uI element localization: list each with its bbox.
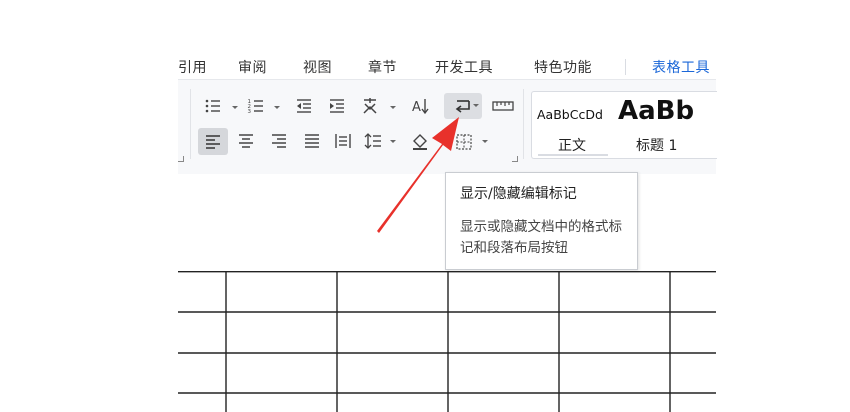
numbered-list-icon[interactable]: 123 <box>246 96 266 116</box>
bullet-list-icon[interactable] <box>203 96 223 116</box>
styles-gallery: AaBbCcDd AaBb 正文 标题 1 <box>531 91 717 159</box>
paragraph-settings-icon[interactable] <box>512 156 518 162</box>
svg-text:3: 3 <box>248 109 252 115</box>
tab-references[interactable]: 引用 <box>178 57 207 77</box>
tab-features[interactable]: 特色功能 <box>534 57 592 77</box>
tooltip-title: 显示/隐藏编辑标记 <box>460 186 577 202</box>
tooltip-body: 显示或隐藏文档中的格式标记和段落布局按钮 <box>460 219 622 256</box>
style-name-normal[interactable]: 正文 <box>558 135 586 155</box>
show-hide-marks-dropdown-icon[interactable] <box>473 104 479 107</box>
decrease-indent-icon[interactable] <box>294 96 314 116</box>
tab-view[interactable]: 视图 <box>303 57 332 77</box>
align-left-icon[interactable] <box>198 128 228 155</box>
align-center-icon[interactable] <box>236 131 256 151</box>
bullet-list-dropdown-icon[interactable] <box>232 106 238 109</box>
justify-icon[interactable] <box>302 131 322 151</box>
tooltip: 显示/隐藏编辑标记 显示或隐藏文档中的格式标记和段落布局按钮 <box>445 172 638 270</box>
style-sample-heading1[interactable]: AaBb <box>618 96 694 126</box>
menu-bar: 引用 审阅 视图 章节 开发工具 特色功能 表格工具 <box>178 55 716 80</box>
document-table[interactable] <box>178 271 716 412</box>
tab-review[interactable]: 审阅 <box>238 57 267 77</box>
tab-developer[interactable]: 开发工具 <box>435 57 493 77</box>
ruler-icon[interactable] <box>491 96 515 116</box>
borders-dropdown-icon[interactable] <box>482 140 488 143</box>
tab-divider <box>625 59 626 75</box>
wps-writer-window: 引用 审阅 视图 章节 开发工具 特色功能 表格工具 123 A AaBbCcD… <box>0 0 850 412</box>
increase-indent-icon[interactable] <box>327 96 347 116</box>
style-selected-underline <box>538 154 608 156</box>
tab-table-tools[interactable]: 表格工具 <box>652 57 710 77</box>
group-separator <box>523 89 524 159</box>
style-sample-normal[interactable]: AaBbCcDd <box>537 107 603 122</box>
tab-section[interactable]: 章节 <box>368 57 397 77</box>
group-separator <box>190 89 191 159</box>
numbered-list-dropdown-icon[interactable] <box>274 106 280 109</box>
align-right-icon[interactable] <box>269 131 289 151</box>
style-name-heading1[interactable]: 标题 1 <box>636 135 677 155</box>
distributed-align-icon[interactable] <box>333 131 353 151</box>
group-launcher-icon[interactable] <box>178 156 184 162</box>
